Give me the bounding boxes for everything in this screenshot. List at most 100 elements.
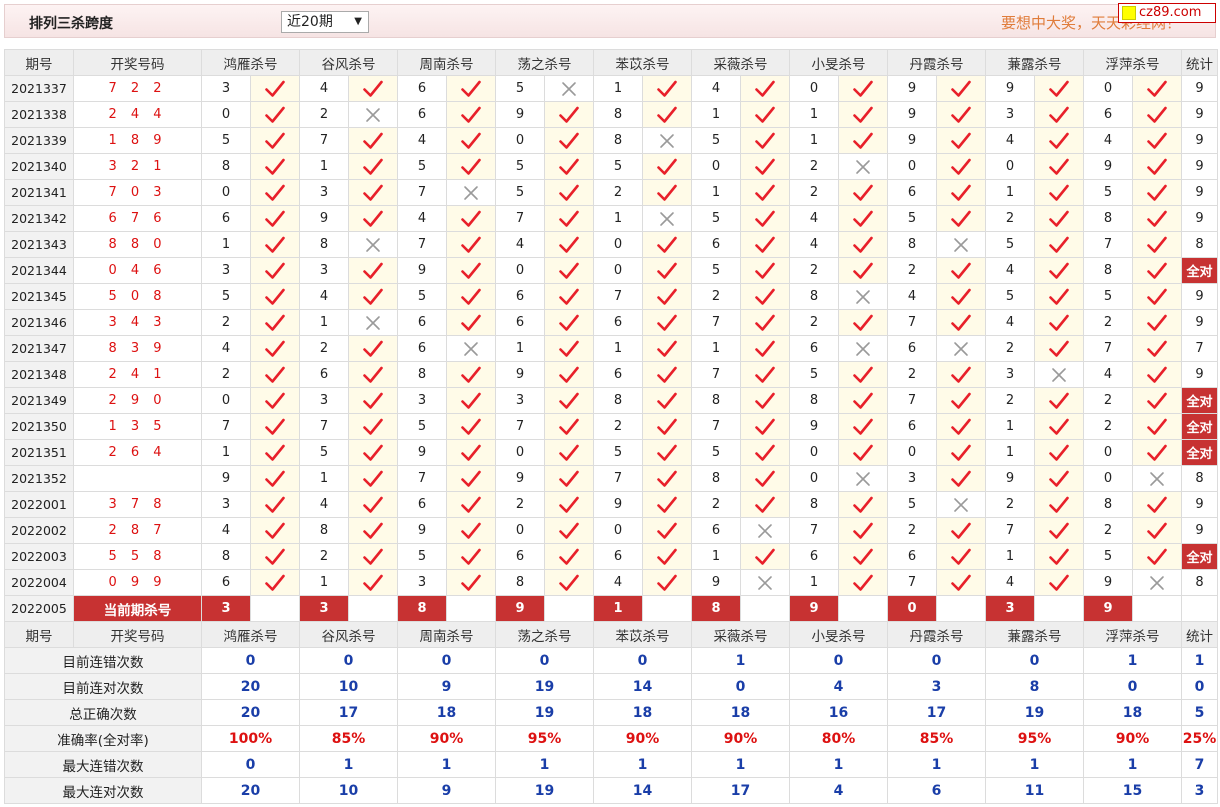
result-cell: [1034, 231, 1084, 258]
summary-value: 10: [299, 777, 398, 804]
check-icon: [559, 574, 579, 591]
check-icon: [363, 444, 383, 461]
result-cell: [348, 517, 398, 544]
result-cell: [838, 439, 888, 466]
winning-number-cell: 2 6 4: [73, 439, 202, 466]
site-badge[interactable]: cz89.com: [1118, 3, 1216, 23]
col-header-expert[interactable]: 周南杀号: [397, 621, 496, 648]
kill-number-cell: 9: [495, 361, 545, 388]
col-header-expert[interactable]: 蒹露杀号: [985, 621, 1084, 648]
check-icon: [1147, 288, 1167, 305]
kill-number-cell: 7: [201, 413, 251, 440]
summary-value: 19: [495, 673, 594, 700]
summary-value: 6: [887, 777, 986, 804]
result-cell: [348, 179, 398, 206]
kill-number-cell: 4: [397, 127, 447, 154]
col-header-expert[interactable]: 鸿雁杀号: [201, 49, 300, 76]
check-icon: [755, 184, 775, 201]
kill-number-cell: 0: [789, 439, 839, 466]
col-header-expert[interactable]: 苯苡杀号: [593, 49, 692, 76]
check-icon: [1049, 548, 1069, 565]
result-cell: [250, 361, 300, 388]
result-cell: [642, 387, 692, 414]
check-icon: [755, 106, 775, 123]
kill-number-cell: 9: [887, 75, 937, 102]
col-header-expert[interactable]: 周南杀号: [397, 49, 496, 76]
kill-number-cell: 1: [201, 231, 251, 258]
col-header-expert[interactable]: 苯苡杀号: [593, 621, 692, 648]
col-header-expert[interactable]: 浮萍杀号: [1083, 621, 1182, 648]
check-icon: [657, 158, 677, 175]
summary-value: 20: [201, 673, 300, 700]
kill-number-cell: 9: [397, 517, 447, 544]
cross-icon: [364, 107, 382, 122]
result-cell: [740, 517, 790, 544]
winning-number-cell: 2 4 4: [73, 101, 202, 128]
result-cell: [642, 231, 692, 258]
kill-number-cell: 2: [299, 335, 349, 362]
kill-number-cell: 0: [887, 439, 937, 466]
col-header-expert[interactable]: 荡之杀号: [495, 621, 594, 648]
kill-number-cell: 2: [1083, 413, 1133, 440]
result-cell: [642, 127, 692, 154]
cross-icon: [952, 497, 970, 512]
period-range-select[interactable]: 近20期 ▼: [281, 11, 369, 33]
check-icon: [461, 210, 481, 227]
col-header-expert[interactable]: 浮萍杀号: [1083, 49, 1182, 76]
kill-number-cell: 6: [201, 569, 251, 596]
kill-number-cell: 9: [495, 465, 545, 492]
check-icon: [265, 236, 285, 253]
kill-number-table: 期号 开奖号码 鸿雁杀号 谷风杀号 周南杀号 荡之杀号 苯苡杀号 采薇杀号 小旻杀号 丹霞杀号 蒹露…: [4, 49, 1218, 804]
summary-value: 0: [985, 647, 1084, 674]
col-header-expert[interactable]: 丹霞杀号: [887, 49, 986, 76]
table-row: 2021348 2 4 126896752349: [4, 361, 1218, 388]
kill-number-cell: 6: [691, 231, 741, 258]
result-cell: [250, 283, 300, 310]
col-header-expert[interactable]: 采薇杀号: [691, 49, 790, 76]
kill-number-cell: 3: [397, 569, 447, 596]
check-icon: [657, 392, 677, 409]
col-header-expert[interactable]: 谷风杀号: [299, 49, 398, 76]
result-cell: [838, 179, 888, 206]
kill-number-cell: 0: [201, 387, 251, 414]
check-icon: [657, 470, 677, 487]
check-icon: [1147, 80, 1167, 97]
result-cell: [838, 569, 888, 596]
kill-number-cell: 0: [789, 75, 839, 102]
result-cell: [446, 179, 496, 206]
col-header-expert[interactable]: 小旻杀号: [789, 49, 888, 76]
kill-number-cell: 8: [299, 517, 349, 544]
check-icon: [265, 210, 285, 227]
col-header-expert[interactable]: 谷风杀号: [299, 621, 398, 648]
check-icon: [265, 392, 285, 409]
col-header-expert[interactable]: 鸿雁杀号: [201, 621, 300, 648]
col-header-expert[interactable]: 丹霞杀号: [887, 621, 986, 648]
result-cell: [838, 465, 888, 492]
kill-number-cell: 6: [495, 543, 545, 570]
col-header-expert[interactable]: 采薇杀号: [691, 621, 790, 648]
kill-number-cell: 1: [691, 179, 741, 206]
result-cell: [250, 179, 300, 206]
check-icon: [363, 418, 383, 435]
kill-number-cell: 8: [593, 387, 643, 414]
result-cell: [348, 309, 398, 336]
check-icon: [559, 418, 579, 435]
result-cell: [838, 413, 888, 440]
col-header-expert[interactable]: 小旻杀号: [789, 621, 888, 648]
check-icon: [461, 470, 481, 487]
result-cell: [250, 465, 300, 492]
col-header-expert[interactable]: 蒹露杀号: [985, 49, 1084, 76]
kill-number-cell: 0: [495, 127, 545, 154]
summary-value: 19: [495, 777, 594, 804]
kill-number-cell: 4: [201, 517, 251, 544]
result-cell: [250, 205, 300, 232]
check-icon: [559, 470, 579, 487]
winning-number-cell: 0 9 9: [73, 569, 202, 596]
page-title: 排列三杀跨度: [29, 16, 113, 32]
result-cell: [348, 413, 398, 440]
check-icon: [265, 184, 285, 201]
col-header-expert[interactable]: 荡之杀号: [495, 49, 594, 76]
result-cell: [250, 101, 300, 128]
summary-value: 8: [985, 673, 1084, 700]
result-cell: [838, 517, 888, 544]
